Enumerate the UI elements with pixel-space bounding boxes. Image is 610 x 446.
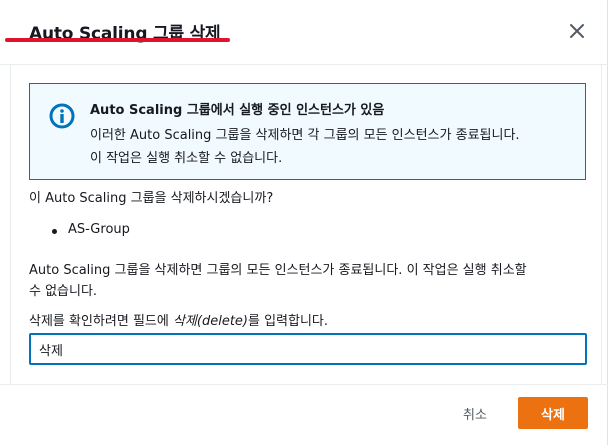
title-underline: [5, 38, 230, 42]
instruction-text: 삭제를 확인하려면 필드에 삭제(delete)를 입력합니다.: [29, 310, 328, 329]
close-button[interactable]: [566, 20, 588, 42]
info-icon: [49, 103, 75, 129]
instruction-keyword: 삭제(delete): [172, 314, 248, 329]
alert-line-2: 이 작업은 실행 취소할 수 없습니다.: [90, 151, 283, 166]
info-alert: Auto Scaling 그룹에서 실행 중인 인스턴스가 있음 이러한 Aut…: [29, 83, 586, 180]
instruction-prefix: 삭제를 확인하려면 필드에: [29, 314, 173, 329]
delete-asg-modal: Auto Scaling 그룹 삭제 Auto Scaling 그룹에서 실행 …: [0, 0, 608, 445]
delete-button[interactable]: 삭제: [518, 397, 588, 429]
alert-line-1: 이러한 Auto Scaling 그룹을 삭제하면 각 그룹의 모든 인스턴스가…: [90, 128, 520, 143]
modal-footer: [0, 384, 608, 446]
modal-header: Auto Scaling 그룹 삭제: [0, 0, 608, 65]
close-icon: [570, 24, 584, 38]
warning-line-2: 수 없습니다.: [29, 284, 98, 299]
warning-line-1: Auto Scaling 그룹을 삭제하면 그룹의 모든 인스턴스가 종료됩니다…: [29, 263, 527, 278]
cancel-button[interactable]: 취소: [448, 397, 502, 429]
alert-title: Auto Scaling 그룹에서 실행 중인 인스턴스가 있음: [90, 103, 385, 118]
bullet-dot: [52, 229, 57, 234]
instruction-suffix: 를 입력합니다.: [248, 314, 329, 329]
confirm-question: 이 Auto Scaling 그룹을 삭제하시겠습니까?: [29, 191, 274, 206]
confirm-delete-input[interactable]: [29, 333, 587, 365]
group-list-item: AS-Group: [68, 222, 130, 237]
